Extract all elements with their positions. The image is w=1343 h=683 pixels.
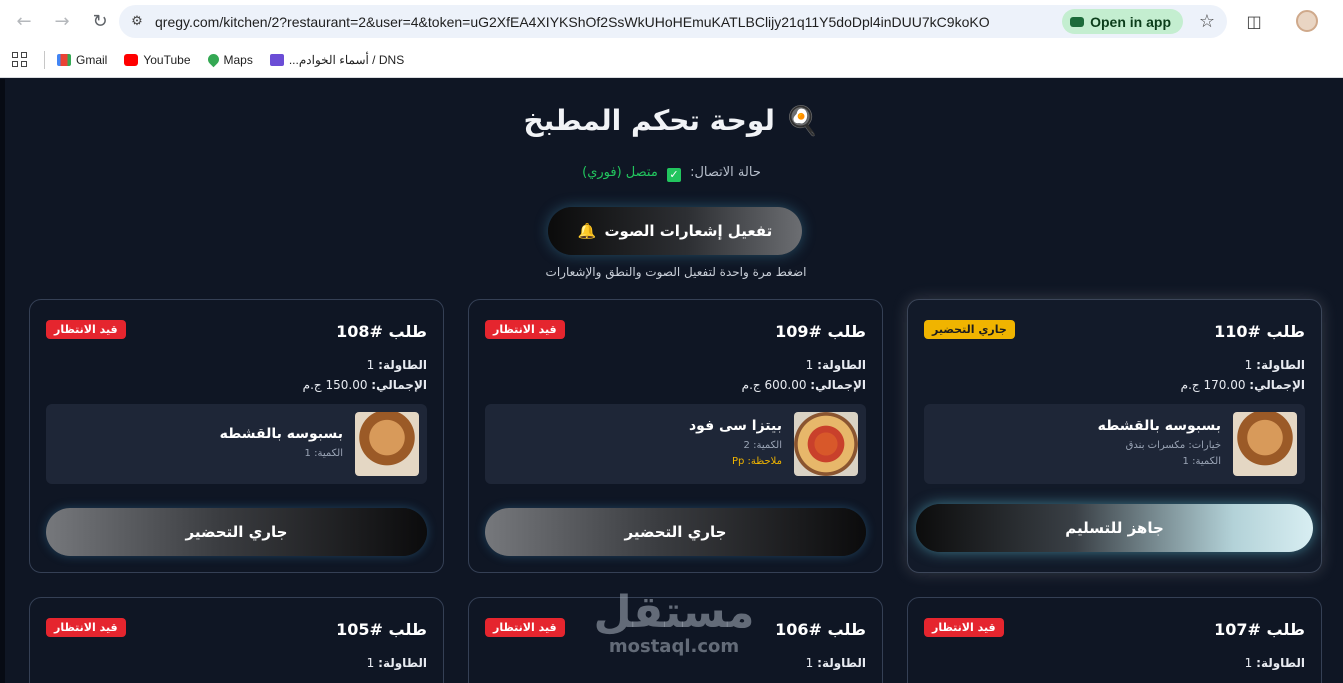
open-in-app-label: Open in app: [1090, 13, 1171, 30]
order-table: الطاولة: 1: [805, 358, 866, 372]
item-quantity: الكمية: 2: [743, 440, 782, 451]
status-badge: جاري التحضير: [924, 320, 1015, 339]
item-name: بسبوسه بالقشطه: [1097, 418, 1221, 434]
back-icon[interactable]: ←: [6, 3, 42, 39]
order-number: طلب #108: [336, 322, 427, 341]
profile-avatar[interactable]: [1296, 10, 1318, 32]
order-item: بيتزا سى فود الكمية: 2 ملاحظة: Pp: [485, 404, 866, 484]
order-total: الإجمالي: 170.00 ج.م: [1180, 378, 1305, 392]
enable-sound-button[interactable]: تفعيل إشعارات الصوت 🔔: [548, 207, 802, 255]
item-quantity: الكمية: 1: [1182, 456, 1221, 467]
watermark-arabic: مستقل: [593, 587, 755, 638]
status-badge: قيد الانتظار: [46, 618, 126, 637]
sound-hint: اضغط مرة واحدة لتفعيل الصوت والنطق والإش…: [545, 265, 807, 279]
item-thumbnail: [794, 412, 858, 476]
bookmark-gmail[interactable]: Gmail: [57, 53, 107, 67]
order-header: طلب #108 قيد الانتظار: [46, 320, 427, 346]
bookmarks-divider: [44, 50, 45, 69]
order-number: طلب #110: [1214, 322, 1305, 341]
order-number: طلب #105: [336, 620, 427, 639]
dns-icon: [269, 53, 284, 66]
bookmark-dns[interactable]: DNS / أسماء الخوادم...: [269, 53, 404, 67]
order-header: طلب #107 قيد الانتظار: [924, 618, 1305, 644]
item-thumbnail: [355, 412, 419, 476]
kitchen-dashboard: 🍳 لوحة تحكم المطبخ حالة الاتصال: ✓ متصل …: [0, 79, 1343, 683]
status-badge: قيد الانتظار: [46, 320, 126, 339]
order-number: طلب #109: [775, 322, 866, 341]
order-table: الطاولة: 1: [366, 656, 427, 670]
gmail-icon: [57, 53, 71, 66]
open-in-app-button[interactable]: Open in app: [1062, 9, 1183, 34]
status-badge: قيد الانتظار: [485, 320, 565, 339]
bookmarks-bar: Gmail YouTube Maps DNS / أسماء الخوادم..…: [0, 42, 1343, 78]
bookmark-youtube[interactable]: YouTube: [124, 53, 191, 67]
watermark-url: mostaql.com: [608, 636, 740, 657]
order-table: الطاولة: 1: [1244, 656, 1305, 670]
reload-icon[interactable]: ↻: [82, 3, 118, 39]
preparing-button[interactable]: جاري التحضير: [46, 508, 427, 556]
order-item: بسبوسه بالقشطه خيارات: مكسرات بندق الكمي…: [924, 404, 1305, 484]
apps-grid-icon[interactable]: [12, 51, 28, 68]
preparing-button[interactable]: جاري التحضير: [485, 508, 866, 556]
title-icon: 🍳: [784, 104, 820, 137]
order-header: طلب #109 قيد الانتظار: [485, 320, 866, 346]
bookmark-maps[interactable]: Maps: [205, 51, 253, 68]
bookmark-star-icon[interactable]: ☆: [1199, 11, 1215, 32]
bell-icon: 🔔: [577, 222, 597, 240]
app-icon: [1070, 16, 1085, 27]
order-table: الطاولة: 1: [805, 656, 866, 670]
extensions-icon[interactable]: ◫: [1243, 10, 1265, 32]
order-card: طلب #108 قيد الانتظار الطاولة: 1 الإجمال…: [29, 299, 444, 573]
status-badge: قيد الانتظار: [485, 618, 565, 637]
item-quantity: الكمية: 1: [304, 448, 343, 459]
site-info-icon[interactable]: ⚙: [119, 14, 155, 29]
status-badge: قيد الانتظار: [924, 618, 1004, 637]
item-name: بسبوسه بالقشطه: [219, 426, 343, 442]
order-card: طلب #110 جاري التحضير الطاولة: 1 الإجمال…: [907, 299, 1322, 573]
item-thumbnail: [1233, 412, 1297, 476]
order-total: الإجمالي: 150.00 ج.م: [302, 378, 427, 392]
address-bar[interactable]: ⚙ qregy.com/kitchen/2?restaurant=2&user=…: [119, 5, 1227, 38]
order-header: طلب #105 قيد الانتظار: [46, 618, 427, 644]
youtube-icon: [124, 53, 139, 66]
maps-icon: [205, 51, 221, 68]
order-number: طلب #107: [1214, 620, 1305, 639]
order-table: الطاولة: 1: [1244, 358, 1305, 372]
page-title: 🍳 لوحة تحكم المطبخ: [523, 104, 820, 137]
item-note: ملاحظة: Pp: [731, 456, 782, 467]
browser-toolbar: ← → ↻ ⚙ qregy.com/kitchen/2?restaurant=2…: [0, 0, 1343, 42]
connection-value: متصل (فوري): [582, 165, 658, 180]
order-card: طلب #107 قيد الانتظار الطاولة: 1: [907, 597, 1322, 683]
order-number: طلب #106: [775, 620, 866, 639]
order-total: الإجمالي: 600.00 ج.م: [741, 378, 866, 392]
forward-icon[interactable]: →: [44, 3, 80, 39]
order-header: طلب #110 جاري التحضير: [924, 320, 1305, 346]
connection-status: حالة الاتصال: ✓ متصل (فوري): [0, 165, 1343, 182]
order-item: بسبوسه بالقشطه الكمية: 1: [46, 404, 427, 484]
order-card: طلب #109 قيد الانتظار الطاولة: 1 الإجمال…: [468, 299, 883, 573]
order-table: الطاولة: 1: [366, 358, 427, 372]
connection-label: حالة الاتصال:: [690, 165, 761, 180]
url-text[interactable]: qregy.com/kitchen/2?restaurant=2&user=4&…: [155, 14, 1075, 30]
ready-button[interactable]: جاهز للتسليم: [916, 504, 1313, 552]
watermark: مستقل mostaql.com: [589, 589, 759, 657]
item-name: بيتزا سى فود: [688, 418, 782, 434]
order-card: طلب #105 قيد الانتظار الطاولة: 1: [29, 597, 444, 683]
sound-button-label: تفعيل إشعارات الصوت: [604, 222, 773, 240]
item-options: خيارات: مكسرات بندق: [1125, 440, 1221, 451]
check-icon: ✓: [666, 168, 681, 182]
